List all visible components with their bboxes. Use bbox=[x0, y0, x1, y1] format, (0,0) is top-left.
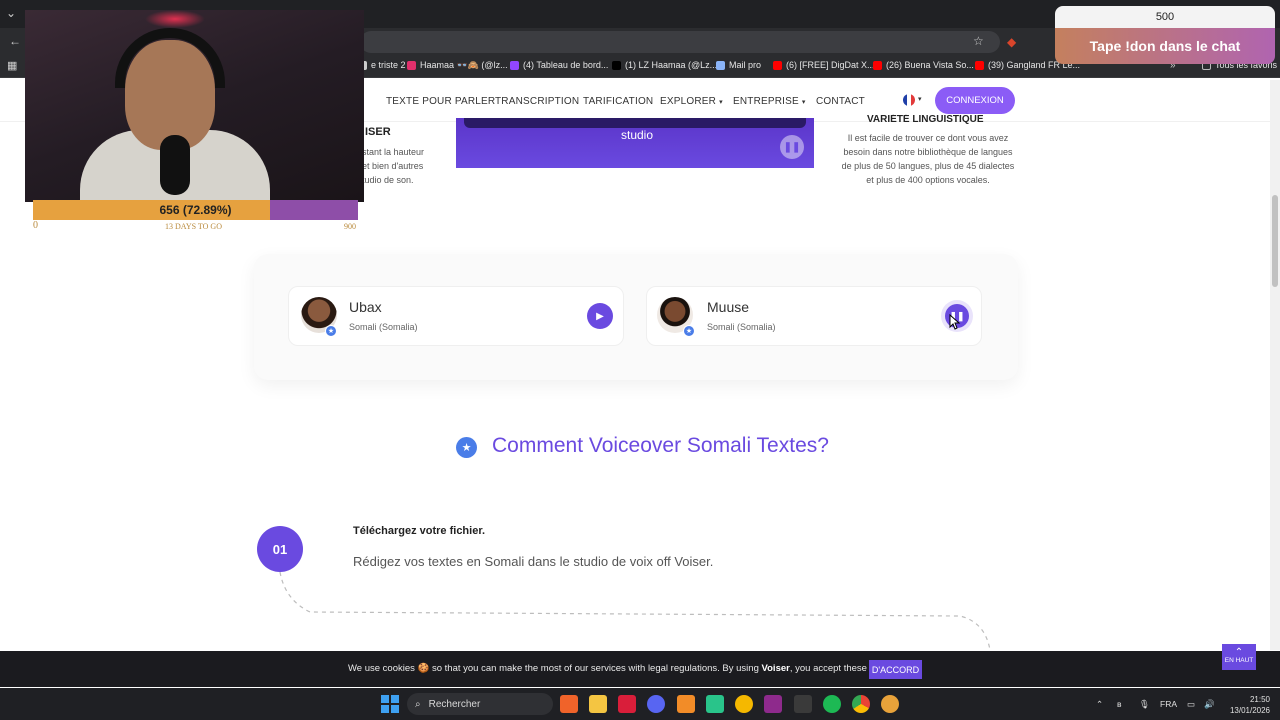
clock-time: 21:50 bbox=[1249, 695, 1270, 704]
file-explorer-icon[interactable] bbox=[589, 695, 607, 713]
app-icon[interactable] bbox=[794, 695, 812, 713]
back-to-top-label: EN HAUT bbox=[1224, 657, 1254, 664]
system-clock[interactable]: 21:50 13/01/2026 bbox=[1222, 694, 1270, 716]
volume-icon[interactable]: 🔊 bbox=[1204, 699, 1215, 710]
scrollbar-thumb[interactable] bbox=[1272, 195, 1278, 287]
app-icon[interactable] bbox=[618, 695, 636, 713]
keyboard-language[interactable]: FRA bbox=[1160, 699, 1177, 709]
taskbar-search[interactable]: ⌕ Rechercher bbox=[407, 693, 553, 715]
step-text: Rédigez vos textes en Somali dans le stu… bbox=[353, 554, 714, 569]
back-to-top-button[interactable]: ⌃ EN HAUT bbox=[1222, 644, 1256, 670]
microphone-icon[interactable]: 🎙 bbox=[1139, 699, 1150, 710]
app-icon[interactable] bbox=[706, 695, 724, 713]
brave-icon[interactable] bbox=[560, 695, 578, 713]
taskbar-search-label: Rechercher bbox=[428, 698, 481, 710]
accept-cookies-button[interactable]: D'ACCORD bbox=[869, 660, 922, 679]
discord-icon[interactable] bbox=[647, 695, 665, 713]
arrow-up-icon: ⌃ bbox=[1234, 647, 1244, 658]
chevron-up-icon[interactable]: ⌃ bbox=[1096, 699, 1103, 710]
cookie-text-before: We use cookies 🍪 so that you can make th… bbox=[348, 663, 762, 674]
step-title: Téléchargez votre fichier. bbox=[353, 525, 486, 537]
page-scrollbar[interactable] bbox=[1270, 80, 1280, 650]
windows-start-icon[interactable] bbox=[381, 695, 399, 713]
chrome-icon[interactable] bbox=[852, 695, 870, 713]
app-icon[interactable] bbox=[881, 695, 899, 713]
windows-taskbar bbox=[0, 688, 1280, 720]
clock-date: 13/01/2026 bbox=[1229, 706, 1270, 715]
cookie-message: We use cookies 🍪 so that you can make th… bbox=[348, 663, 904, 674]
step-number: 01 bbox=[257, 526, 303, 572]
bluetooth-icon[interactable]: ʙ bbox=[1117, 699, 1122, 709]
cookie-brand: Voiser bbox=[761, 663, 790, 674]
screen: ⌄ ← ☆ ◆ ▦ e triste 2 Haamaa 👓🙈 (@lz... (4)… bbox=[0, 0, 1280, 720]
spotify-icon[interactable] bbox=[823, 695, 841, 713]
network-icon[interactable]: ▭ bbox=[1187, 699, 1195, 710]
app-icon[interactable] bbox=[764, 695, 782, 713]
app-icon[interactable] bbox=[735, 695, 753, 713]
app-icon[interactable] bbox=[677, 695, 695, 713]
search-icon: ⌕ bbox=[415, 698, 421, 710]
steps-dashed-path bbox=[279, 571, 991, 651]
